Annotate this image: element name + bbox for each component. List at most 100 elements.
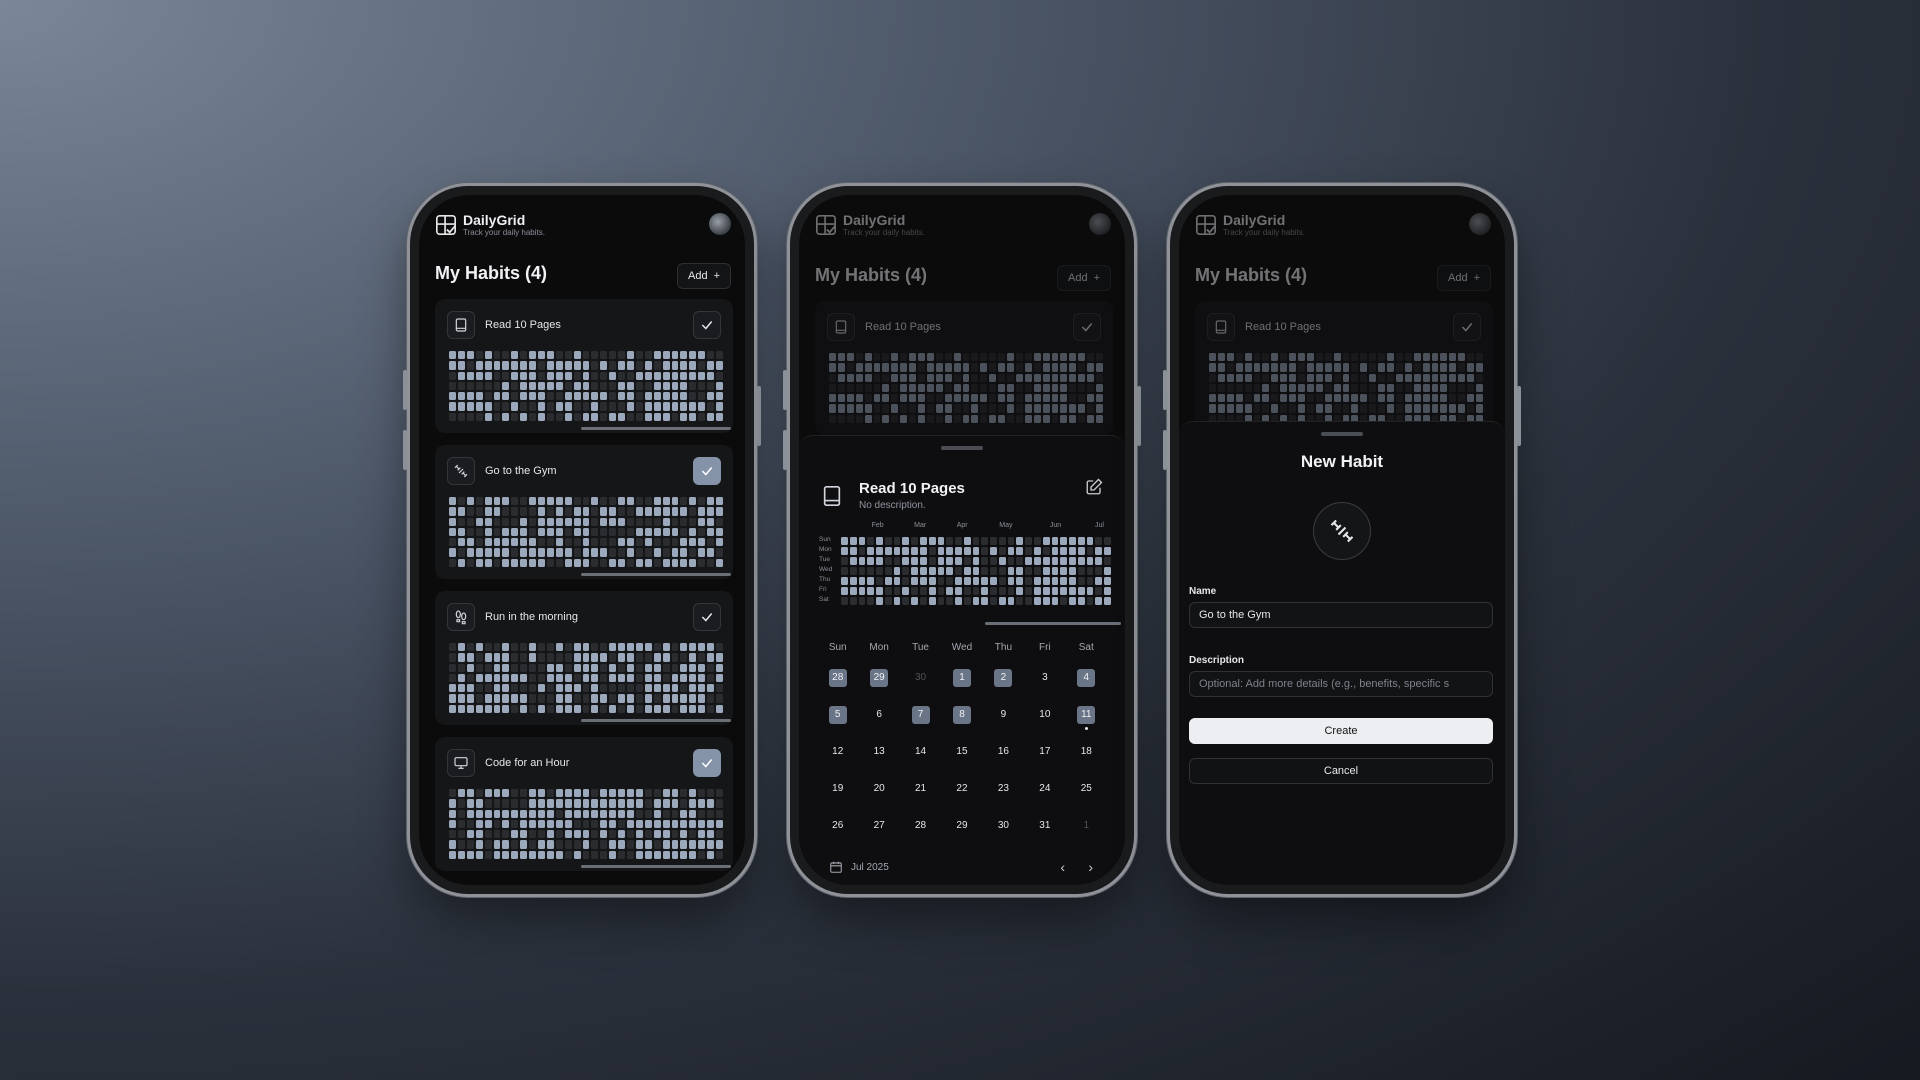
calendar-day[interactable]: 23 bbox=[994, 780, 1012, 798]
calendar-day[interactable]: 26 bbox=[829, 817, 847, 835]
heatmap-cell bbox=[546, 809, 554, 818]
heatmap-cell bbox=[1467, 363, 1475, 372]
calendar-day[interactable]: 15 bbox=[953, 743, 971, 761]
name-field[interactable]: Go to the Gym bbox=[1189, 602, 1493, 628]
heatmap-cell bbox=[671, 558, 679, 567]
habit-card[interactable]: Code for an Hour bbox=[435, 737, 733, 871]
heatmap-cell bbox=[990, 537, 997, 545]
heatmap-cell bbox=[582, 673, 590, 683]
calendar-day[interactable]: 14 bbox=[912, 743, 930, 761]
heatmap-cell bbox=[538, 538, 545, 547]
heatmap-cell bbox=[1042, 547, 1050, 555]
heatmap-cell bbox=[502, 819, 510, 829]
heatmap-cell bbox=[1369, 373, 1377, 382]
calendar-day[interactable]: 2 bbox=[994, 669, 1013, 687]
calendar-day[interactable]: 6 bbox=[870, 706, 888, 724]
cancel-button[interactable]: Cancel bbox=[1189, 758, 1493, 784]
calendar-day[interactable]: 28 bbox=[912, 817, 930, 835]
calendar-day[interactable]: 30 bbox=[912, 669, 930, 687]
habit-card[interactable]: Read 10 Pages bbox=[435, 299, 733, 433]
check-button[interactable] bbox=[693, 457, 721, 485]
heatmap-cell bbox=[671, 507, 679, 516]
heatmap-cell bbox=[1209, 394, 1216, 403]
heatmap-cell bbox=[484, 402, 492, 411]
calendar-day[interactable]: 9 bbox=[994, 706, 1012, 724]
scrollbar[interactable] bbox=[985, 622, 1121, 625]
avatar[interactable] bbox=[709, 213, 731, 235]
heatmap-cell bbox=[671, 402, 679, 411]
heatmap-cell bbox=[1077, 587, 1085, 595]
calendar-day[interactable]: 13 bbox=[870, 743, 888, 761]
heatmap-cell bbox=[564, 704, 572, 713]
calendar-day[interactable]: 12 bbox=[829, 743, 847, 761]
calendar-day[interactable]: 4 bbox=[1077, 669, 1096, 687]
heatmap-cell bbox=[689, 694, 697, 703]
heatmap-cell bbox=[582, 497, 590, 506]
sheet-handle[interactable] bbox=[941, 446, 983, 450]
calendar-day[interactable]: 31 bbox=[1036, 817, 1054, 835]
calendar-day[interactable]: 30 bbox=[994, 817, 1012, 835]
scrollbar[interactable] bbox=[581, 865, 731, 868]
heatmap-cell bbox=[1217, 383, 1225, 393]
habit-card[interactable]: Go to the Gym bbox=[435, 445, 733, 579]
calendar-day[interactable]: 3 bbox=[1036, 669, 1054, 687]
calendar-day[interactable]: 8 bbox=[952, 706, 971, 724]
icon-picker[interactable] bbox=[1313, 502, 1371, 560]
heatmap-cell bbox=[538, 840, 545, 849]
chevron-left-icon[interactable]: ‹ bbox=[1060, 859, 1065, 875]
calendar-day[interactable]: 19 bbox=[829, 780, 847, 798]
footprints-icon bbox=[447, 603, 475, 631]
calendar-day[interactable]: 16 bbox=[994, 743, 1012, 761]
screen: DailyGrid Track your daily habits. My Ha… bbox=[419, 195, 745, 885]
calendar-day[interactable]: 27 bbox=[870, 817, 888, 835]
heatmap-cell bbox=[662, 548, 670, 557]
check-button[interactable] bbox=[693, 311, 721, 339]
add-habit-button[interactable]: Add + bbox=[676, 263, 731, 289]
month-label: Feb bbox=[871, 522, 884, 529]
heatmap-cell bbox=[475, 653, 483, 662]
calendar-day[interactable]: 24 bbox=[1036, 780, 1054, 798]
heatmap-cell bbox=[564, 673, 572, 683]
calendar-day[interactable]: 25 bbox=[1077, 780, 1095, 798]
heatmap-cell bbox=[618, 809, 626, 818]
heatmap-cell bbox=[653, 538, 661, 547]
calendar-day[interactable]: 7 bbox=[911, 706, 930, 724]
calendar-day[interactable]: 11 bbox=[1077, 706, 1096, 730]
heatmap-cell bbox=[609, 402, 617, 411]
calendar-day[interactable]: 29 bbox=[953, 817, 971, 835]
edit-icon[interactable] bbox=[1085, 478, 1103, 496]
calendar-day[interactable]: 22 bbox=[953, 780, 971, 798]
calendar-day[interactable]: 21 bbox=[912, 780, 930, 798]
heatmap-cell bbox=[546, 517, 554, 526]
scrollbar[interactable] bbox=[581, 427, 731, 430]
heatmap-cell bbox=[555, 412, 563, 421]
calendar-day[interactable]: 29 bbox=[870, 669, 889, 687]
chevron-right-icon[interactable]: › bbox=[1088, 859, 1093, 875]
calendar-day[interactable]: 17 bbox=[1036, 743, 1054, 761]
habit-detail-sheet: Read 10 Pages No description. Feb Mar Ap… bbox=[799, 435, 1125, 885]
scrollbar[interactable] bbox=[581, 719, 731, 722]
calendar-day[interactable]: 20 bbox=[870, 780, 888, 798]
sheet-handle[interactable] bbox=[1321, 432, 1363, 436]
check-button[interactable] bbox=[693, 603, 721, 631]
heatmap-cell bbox=[716, 799, 723, 808]
habit-card: Read 10 Pages bbox=[815, 301, 1113, 435]
heatmap-cell bbox=[555, 643, 563, 652]
calendar-day[interactable]: 18 bbox=[1077, 743, 1095, 761]
create-button[interactable]: Create bbox=[1189, 718, 1493, 744]
heatmap-cell bbox=[653, 694, 661, 703]
calendar-day[interactable]: 1 bbox=[952, 669, 971, 687]
heatmap-cell bbox=[653, 527, 661, 537]
heatmap-cell bbox=[841, 557, 848, 565]
calendar-day[interactable]: 10 bbox=[1036, 706, 1054, 724]
scrollbar[interactable] bbox=[581, 573, 731, 576]
check-button[interactable] bbox=[693, 749, 721, 777]
heatmap-cell bbox=[1096, 353, 1103, 362]
habit-card[interactable]: Run in the morning bbox=[435, 591, 733, 725]
heatmap-cell bbox=[644, 653, 652, 662]
calendar-day[interactable]: 1 bbox=[1077, 817, 1095, 835]
calendar-day[interactable]: 28 bbox=[828, 669, 847, 687]
calendar-day[interactable]: 5 bbox=[828, 706, 847, 724]
heatmap-cell bbox=[707, 558, 715, 567]
description-field[interactable]: Optional: Add more details (e.g., benefi… bbox=[1189, 671, 1493, 697]
